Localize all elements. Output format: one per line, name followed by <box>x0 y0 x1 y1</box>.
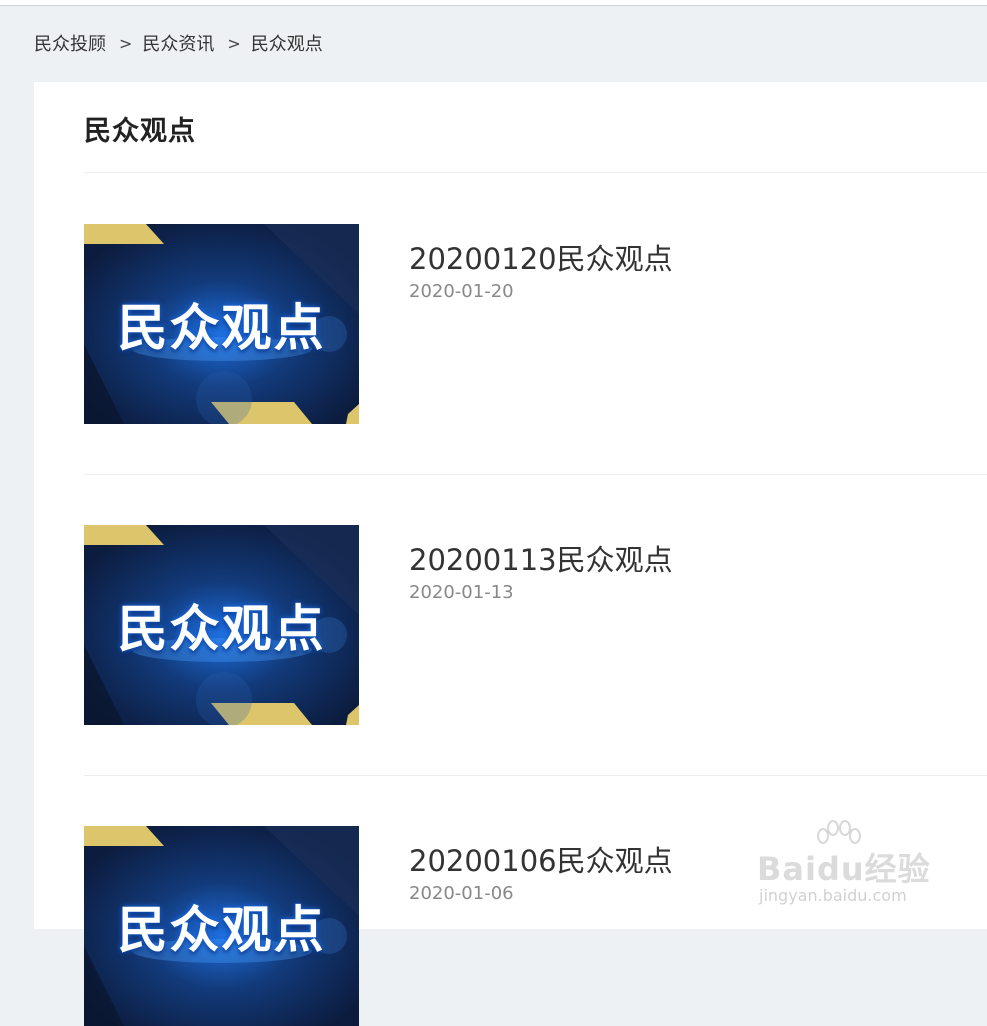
baidu-jingyan-watermark: Baidu经验 jingyan.baidu.com <box>757 820 947 915</box>
watermark-brand: Baidu经验 <box>757 850 931 888</box>
thumbnail-caption: 民众观点 <box>117 299 326 357</box>
article-title[interactable]: 20200120民众观点 <box>409 236 673 278</box>
article-date: 2020-01-20 <box>409 281 514 302</box>
breadcrumb-separator: > <box>227 33 241 53</box>
divider <box>84 172 987 173</box>
article-title[interactable]: 20200106民众观点 <box>409 838 673 880</box>
content-card: 民众观点 民众观点 20200120民众观点 2020-01-20 民众观点 2… <box>34 82 987 1026</box>
list-item[interactable]: 民众观点 20200120民众观点 2020-01-20 <box>84 224 987 424</box>
breadcrumb-item-current[interactable]: 民众观点 <box>251 30 323 56</box>
divider <box>84 775 987 776</box>
thumbnail-caption: 民众观点 <box>117 901 326 959</box>
window-top-edge <box>0 0 987 6</box>
watermark-url: jingyan.baidu.com <box>759 886 907 905</box>
article-title[interactable]: 20200113民众观点 <box>409 537 673 579</box>
breadcrumb-separator: > <box>119 33 133 53</box>
breadcrumb: 民众投顾 > 民众资讯 > 民众观点 <box>34 30 323 56</box>
breadcrumb-item-news[interactable]: 民众资讯 <box>142 30 214 56</box>
article-thumbnail[interactable]: 民众观点 <box>84 525 359 725</box>
breadcrumb-item-home[interactable]: 民众投顾 <box>34 30 106 56</box>
article-date: 2020-01-06 <box>409 883 514 904</box>
article-thumbnail[interactable]: 民众观点 <box>84 224 359 424</box>
article-thumbnail[interactable]: 民众观点 <box>84 826 359 1026</box>
thumbnail-caption: 民众观点 <box>117 600 326 658</box>
article-date: 2020-01-13 <box>409 582 514 603</box>
page-title: 民众观点 <box>84 116 196 147</box>
divider <box>84 474 987 475</box>
list-item[interactable]: 民众观点 20200113民众观点 2020-01-13 <box>84 525 987 725</box>
